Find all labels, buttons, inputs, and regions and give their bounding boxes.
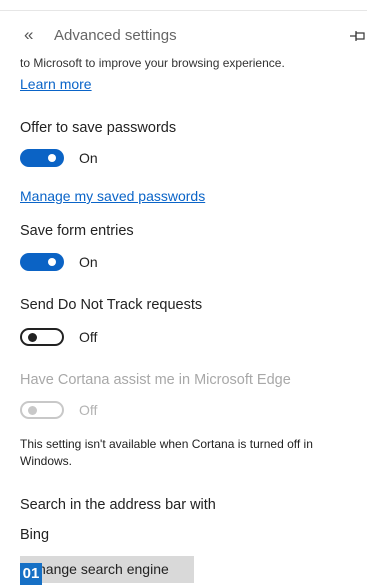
save-passwords-label: Offer to save passwords: [20, 120, 177, 136]
toggle-knob: [28, 406, 37, 415]
change-search-engine-button[interactable]: hange search engine: [20, 556, 194, 583]
change-search-engine-label: hange search engine: [38, 561, 169, 577]
do-not-track-state: Off: [79, 329, 98, 345]
back-chevron-icon[interactable]: «: [24, 26, 33, 44]
toggle-knob: [48, 258, 56, 266]
manage-passwords-link[interactable]: Manage my saved passwords: [20, 188, 205, 204]
cortana-note: This setting isn't available when Cortan…: [20, 437, 313, 468]
privacy-description: to Microsoft to improve your browsing ex…: [20, 56, 285, 70]
do-not-track-toggle[interactable]: [20, 328, 64, 346]
do-not-track-label: Send Do Not Track requests: [20, 297, 203, 313]
step-badge: 01: [20, 563, 42, 585]
pin-icon[interactable]: [349, 25, 367, 45]
save-form-entries-state: On: [79, 254, 98, 270]
cortana-state: Off: [79, 402, 98, 418]
learn-more-link[interactable]: Learn more: [20, 76, 92, 92]
cortana-toggle: [20, 401, 64, 419]
save-form-entries-toggle[interactable]: [20, 253, 64, 271]
search-engine-label: Search in the address bar with: [20, 497, 216, 513]
cortana-label: Have Cortana assist me in Microsoft Edge: [20, 372, 291, 388]
top-divider: [0, 10, 367, 11]
save-form-entries-label: Save form entries: [20, 223, 134, 239]
save-passwords-state: On: [79, 150, 98, 166]
search-engine-value: Bing: [20, 527, 50, 543]
toggle-knob: [28, 333, 37, 342]
panel-title: Advanced settings: [54, 27, 177, 44]
save-passwords-toggle[interactable]: [20, 149, 64, 167]
settings-header: « Advanced settings: [0, 22, 367, 52]
toggle-knob: [48, 154, 56, 162]
